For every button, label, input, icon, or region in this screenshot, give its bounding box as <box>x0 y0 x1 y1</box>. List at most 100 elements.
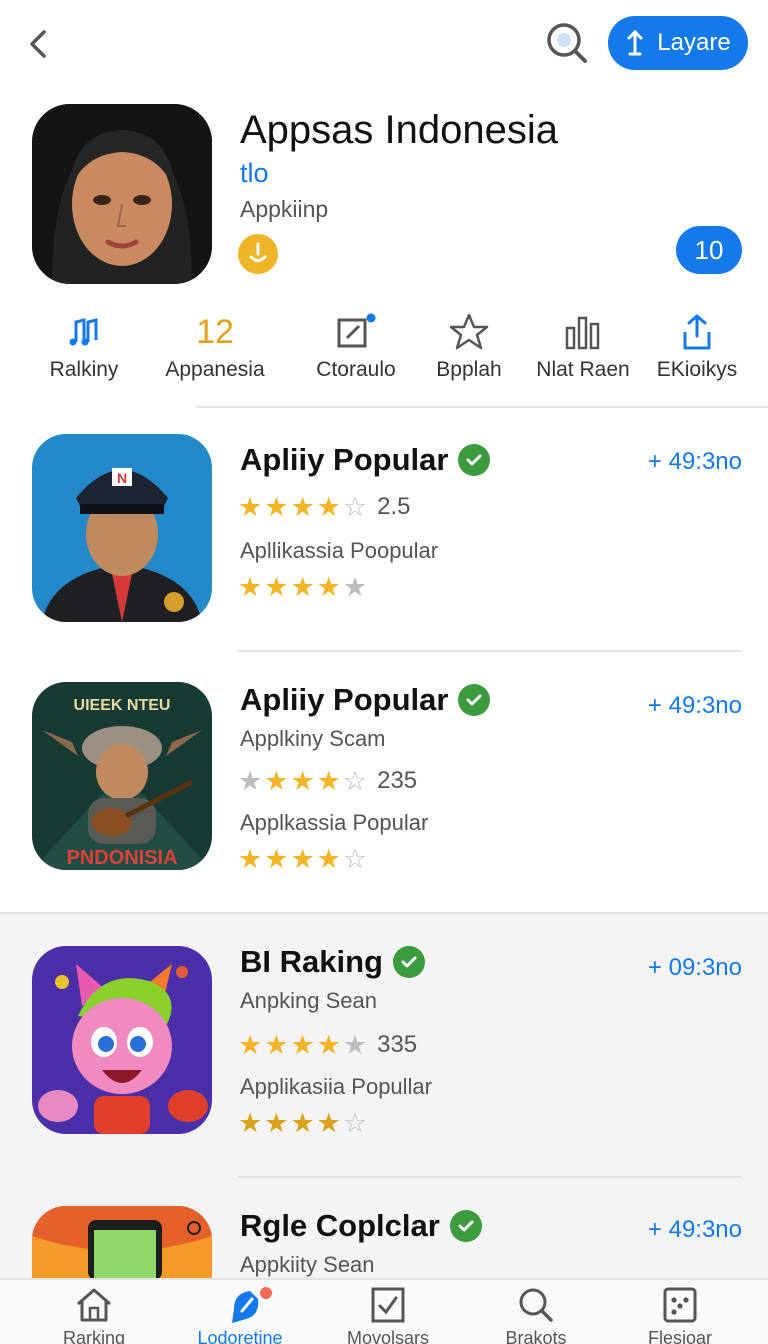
share-icon <box>683 314 711 350</box>
app-thumb-musician: UIEEK NTEU PNDONISIA <box>32 682 212 870</box>
strip-label: Ralkiny <box>49 358 119 381</box>
app-title-text: Apliiy Popular <box>240 682 449 717</box>
tab-lodoretine[interactable]: Lodoretine <box>180 1286 300 1344</box>
list-item[interactable]: UIEEK NTEU PNDONISIA Apliiy Popular + 49… <box>0 652 768 912</box>
app-subtitle: Anpking Sean <box>240 988 377 1013</box>
tab-brakots[interactable]: Brakots <box>476 1286 596 1344</box>
star-icon: ★ <box>316 766 341 796</box>
count-pill[interactable]: 10 <box>676 226 742 274</box>
star-icon: ★ <box>238 1030 263 1060</box>
star-icon: ★ <box>316 572 341 602</box>
strip-label: Appanesia <box>165 358 265 381</box>
app-thumb-cartoon <box>32 946 212 1134</box>
tab-label: Lodoretine <box>197 1328 283 1344</box>
star-outline-icon <box>449 313 489 350</box>
app-subtitle: Appkiity Sean <box>240 1252 375 1277</box>
home-icon <box>77 1288 111 1322</box>
tab-label: Flesioar <box>647 1328 713 1344</box>
star-icon: ★ <box>264 766 289 796</box>
app-title: BI Raking <box>240 944 425 980</box>
star-icon: ★ <box>264 844 289 874</box>
music-note-icon <box>69 318 98 346</box>
star-rating: ★ ★ ★ ★ ☆ 235 <box>238 766 417 796</box>
rating-value: 2.5 <box>377 493 411 520</box>
list-item[interactable]: N Apliiy Popular + 49:3no ★ ★ ★ ★ ☆ 2.5 … <box>0 408 768 652</box>
tab-rarking[interactable]: Rarking <box>34 1286 154 1344</box>
phone-art-icon <box>32 1206 212 1280</box>
back-button[interactable] <box>22 24 58 64</box>
layare-button[interactable]: Layare <box>608 16 748 70</box>
verified-check-icon <box>458 444 491 476</box>
bar-chart-icon <box>565 316 600 350</box>
strip-item-appanesia[interactable]: 12 Appanesia <box>145 312 285 392</box>
pin-icon <box>232 1287 272 1323</box>
app-title-text: Apliiy Popular <box>240 442 449 477</box>
checkbox-icon <box>371 1287 405 1323</box>
price-button[interactable]: + 49:3no <box>648 1216 742 1244</box>
strip-value: 12 <box>196 313 234 351</box>
strip-item-ekioikys[interactable]: EKioikys <box>627 312 767 392</box>
app-title-text: Rgle Coplclar <box>240 1208 440 1243</box>
art-top-text: UIEEK NTEU <box>74 697 171 714</box>
cartoon-character-icon <box>32 946 212 1134</box>
star-icon: ★ <box>264 1030 289 1060</box>
star-icon: ★ <box>238 1108 263 1138</box>
star-icon: ★ <box>290 844 315 874</box>
strip-label: EKioikys <box>656 358 738 381</box>
star-rating: ★ ★ ★ ★ ★ 335 <box>238 1030 417 1060</box>
star-icon: ★ <box>316 1108 341 1138</box>
tab-movolsars[interactable]: Movolsars <box>328 1286 448 1344</box>
tab-label: Movolsars <box>346 1328 430 1344</box>
app-description: Apllikassia Poopular <box>240 538 439 563</box>
star-rating: ★ ★ ★ ★ ☆ 2.5 <box>238 492 410 522</box>
svg-text:N: N <box>117 470 127 486</box>
age-rating-badge <box>238 234 278 274</box>
star-icon: ★ <box>264 492 289 522</box>
star-outline-icon: ☆ <box>342 1108 368 1138</box>
star-icon: ★ <box>290 766 315 796</box>
app-icon[interactable] <box>32 104 212 284</box>
star-icon: ★ <box>290 1108 315 1138</box>
edit-box-icon <box>337 313 376 348</box>
app-title: Apliiy Popular <box>240 442 491 478</box>
tab-flesioar[interactable]: Flesioar <box>620 1286 740 1344</box>
app-title-text: BI Raking <box>240 944 383 979</box>
star-icon: ★ <box>264 572 289 602</box>
star-icon: ★ <box>316 1030 341 1060</box>
chevron-left-icon <box>30 30 46 58</box>
price-button[interactable]: + 49:3no <box>648 448 742 476</box>
star-icon: ★ <box>342 572 368 602</box>
divider <box>238 1176 742 1178</box>
rating-value: 335 <box>377 1031 418 1058</box>
price-button[interactable]: + 49:3no <box>648 692 742 720</box>
verified-check-icon <box>458 684 491 716</box>
rating-value: 235 <box>377 767 418 794</box>
search-icon <box>547 23 587 63</box>
star-icon: ★ <box>290 572 315 602</box>
star-icon: ★ <box>238 844 263 874</box>
app-header: Appsas Indonesia tlo Appkiinp 10 <box>0 100 768 290</box>
price-button[interactable]: + 09:3no <box>648 954 742 982</box>
strip-item-ralkiny[interactable]: Ralkiny <box>14 312 154 392</box>
search-icon <box>519 1288 553 1322</box>
app-thumb-phone <box>32 1206 212 1280</box>
layare-label: Layare <box>657 29 731 56</box>
star-outline-icon: ☆ <box>342 492 368 522</box>
smiley-icon <box>249 242 267 262</box>
star-icon: ★ <box>316 844 341 874</box>
officer-avatar-icon: N <box>32 434 212 622</box>
app-developer-link[interactable]: tlo <box>240 158 269 189</box>
app-thumb-officer: N <box>32 434 212 622</box>
upload-arrow-icon <box>627 29 643 56</box>
star-icon: ★ <box>316 492 341 522</box>
star-icon: ★ <box>290 1030 315 1060</box>
verified-check-icon <box>449 1210 482 1242</box>
info-strip: Ralkiny 12 Appanesia Ctoraulo Bpplah Nla… <box>0 300 768 392</box>
star-icon: ★ <box>238 766 263 796</box>
search-button[interactable] <box>544 20 590 66</box>
star-rating: ★ ★ ★ ★ ☆ <box>238 1108 367 1138</box>
star-icon: ★ <box>264 1108 289 1138</box>
list-item[interactable]: BI Raking + 09:3no Anpking Sean ★ ★ ★ ★ … <box>0 912 768 1280</box>
app-title: Appsas Indonesia <box>240 108 559 152</box>
portrait-woman-hijab-icon <box>32 104 212 284</box>
